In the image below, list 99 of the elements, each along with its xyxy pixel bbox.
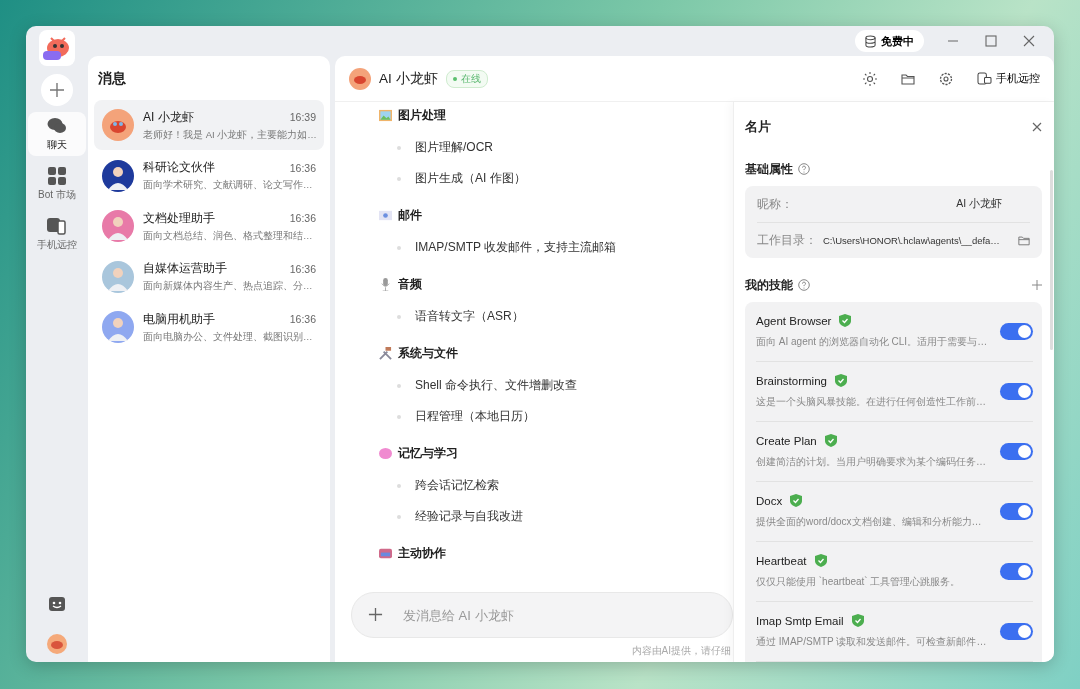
section-heading: 系统与文件 bbox=[398, 344, 458, 362]
field-value: C:\Users\HONOR\.hclaw\agents\__defa… bbox=[823, 235, 1001, 246]
envelope-icon bbox=[379, 208, 392, 222]
toggle-switch[interactable] bbox=[1000, 443, 1033, 460]
contact-name: 文档处理助手 bbox=[143, 209, 215, 227]
avatar bbox=[102, 260, 134, 293]
skill-description: 这是一个头脑风暴技能。在进行任何创造性工作前… bbox=[756, 395, 986, 409]
nav-item[interactable]: Bot 市场 bbox=[28, 162, 86, 206]
skill-description: 面向 AI agent 的浏览器自动化 CLI。适用于需要与… bbox=[756, 335, 988, 349]
message-input[interactable]: 发消息给 AI 小龙虾 bbox=[351, 592, 733, 638]
list-item: 日程管理（本地日历） bbox=[415, 408, 535, 425]
avatar bbox=[102, 159, 134, 192]
close-icon[interactable] bbox=[1032, 122, 1042, 132]
skill-name: Agent Browser bbox=[756, 314, 832, 327]
list-item: IMAP/SMTP 收发邮件，支持主流邮箱 bbox=[415, 239, 617, 256]
conversation-item[interactable]: 科研论文伙伴 16:36 面向学术研究、文献调研、论文写作… bbox=[94, 150, 324, 201]
field-label: 昵称： bbox=[757, 196, 793, 212]
message-preview: 老师好！我是 AI 小龙虾，主要能力如… bbox=[143, 128, 317, 142]
message-time: 16:36 bbox=[289, 313, 316, 325]
skill-name: Create Plan bbox=[756, 434, 817, 447]
list-item: 图片理解/OCR bbox=[415, 139, 493, 156]
skill-description: 通过 IMAP/SMTP 读取和发送邮件。可检查新邮件… bbox=[756, 635, 987, 649]
conversation-item[interactable]: 电脑用机助手 16:36 面向电脑办公、文件处理、截图识别… bbox=[94, 302, 324, 352]
message-time: 16:39 bbox=[289, 111, 316, 123]
nav-item[interactable]: 手机远控 bbox=[28, 212, 86, 256]
add-icon[interactable] bbox=[1032, 280, 1042, 290]
nav-item[interactable]: 聊天 bbox=[28, 112, 86, 156]
settings-icon[interactable] bbox=[939, 71, 953, 86]
toggle-switch[interactable] bbox=[1000, 323, 1033, 340]
field-label: 工作目录： bbox=[757, 233, 817, 248]
skill-description: 创建简洁的计划。当用户明确要求为某个编码任务… bbox=[756, 455, 986, 469]
panel-title: 消息 bbox=[98, 70, 126, 88]
add-button[interactable] bbox=[41, 74, 73, 106]
smile-icon[interactable] bbox=[48, 596, 66, 614]
message-preview: 面向电脑办公、文件处理、截图识别… bbox=[143, 330, 313, 344]
microphone-icon bbox=[379, 277, 392, 291]
plus-icon bbox=[49, 82, 65, 98]
plan-badge[interactable]: 免费中 bbox=[855, 30, 924, 52]
picture-icon bbox=[379, 108, 392, 122]
user-avatar[interactable] bbox=[47, 634, 67, 654]
maximize-icon[interactable] bbox=[985, 35, 997, 47]
tools-icon bbox=[379, 346, 392, 360]
section-heading: 我的技能 bbox=[745, 277, 793, 293]
database-icon bbox=[865, 34, 876, 48]
folder-icon[interactable] bbox=[901, 72, 915, 85]
avatar bbox=[102, 210, 134, 242]
contact-name: AI 小龙虾 bbox=[143, 108, 194, 126]
help-icon[interactable] bbox=[798, 163, 810, 175]
list-item: Shell 命令执行、文件增删改查 bbox=[415, 377, 578, 394]
list-item: 图片生成（AI 作图） bbox=[415, 170, 526, 187]
contact-name: 电脑用机助手 bbox=[143, 310, 215, 328]
skill-description: 仅仅只能使用 `heartbeat` 工具管理心跳服务。 bbox=[756, 575, 961, 589]
conversation-item[interactable]: 自媒体运营助手 16:36 面向新媒体内容生产、热点追踪、分… bbox=[94, 251, 324, 302]
toggle-switch[interactable] bbox=[1000, 563, 1033, 580]
skill-name: Imap Smtp Email bbox=[756, 614, 844, 627]
disclaimer-text: 内容由AI提供，请仔细 bbox=[631, 644, 732, 658]
conversation-item[interactable]: AI 小龙虾 16:39 老师好！我是 AI 小龙虾，主要能力如… bbox=[94, 100, 324, 150]
section-heading: 基础属性 bbox=[745, 161, 793, 177]
message-preview: 面向学术研究、文献调研、论文写作… bbox=[143, 179, 313, 192]
message-preview: 面向新媒体内容生产、热点追踪、分… bbox=[143, 280, 313, 293]
contact-name: 科研论文伙伴 bbox=[143, 159, 215, 176]
list-item: 跨会话记忆检索 bbox=[415, 477, 499, 494]
devices-icon bbox=[977, 72, 992, 85]
skill-name: Docx bbox=[756, 494, 783, 507]
section-heading: 邮件 bbox=[398, 206, 422, 224]
avatar bbox=[102, 109, 134, 141]
lobster-logo bbox=[39, 30, 75, 66]
chat-bubbles-icon bbox=[47, 116, 67, 135]
message-time: 16:36 bbox=[289, 212, 316, 224]
message-preview: 面向文档总结、润色、格式整理和结… bbox=[143, 229, 313, 243]
status-badge: 在线 bbox=[445, 69, 488, 88]
message-time: 16:36 bbox=[289, 161, 316, 174]
toggle-switch[interactable] bbox=[1000, 503, 1033, 520]
toggle-switch[interactable] bbox=[1000, 383, 1033, 400]
brightness-icon[interactable] bbox=[863, 71, 877, 86]
avatar bbox=[102, 311, 134, 343]
field-value: AI 小龙虾 bbox=[956, 197, 1002, 211]
add-icon[interactable] bbox=[368, 607, 383, 622]
panel-title: 名片 bbox=[745, 118, 771, 136]
list-item: 经验记录与自我改进 bbox=[415, 508, 523, 525]
help-icon[interactable] bbox=[798, 279, 810, 291]
remote-control-button[interactable]: 手机远控 bbox=[977, 71, 1040, 86]
chat-title: AI 小龙虾 bbox=[379, 69, 438, 88]
avatar bbox=[349, 67, 371, 90]
skill-name: Brainstorming bbox=[756, 374, 827, 387]
close-icon[interactable] bbox=[1023, 35, 1035, 47]
section-heading: 图片处理 bbox=[398, 106, 446, 124]
list-item: 语音转文字（ASR） bbox=[415, 308, 524, 325]
skill-description: 提供全面的word/docx文档创建、编辑和分析能力… bbox=[756, 515, 982, 529]
skill-name: Heartbeat bbox=[756, 554, 807, 567]
conversation-item[interactable]: 文档处理助手 16:36 面向文档总结、润色、格式整理和结… bbox=[94, 201, 324, 251]
section-heading: 记忆与学习 bbox=[398, 444, 458, 462]
contact-name: 自媒体运营助手 bbox=[143, 260, 227, 277]
section-heading: 音频 bbox=[398, 275, 422, 293]
toggle-switch[interactable] bbox=[1000, 623, 1033, 640]
grid-icon bbox=[48, 166, 66, 185]
devices-icon bbox=[47, 216, 67, 235]
message-time: 16:36 bbox=[289, 262, 316, 275]
section-heading: 主动协作 bbox=[398, 544, 446, 562]
